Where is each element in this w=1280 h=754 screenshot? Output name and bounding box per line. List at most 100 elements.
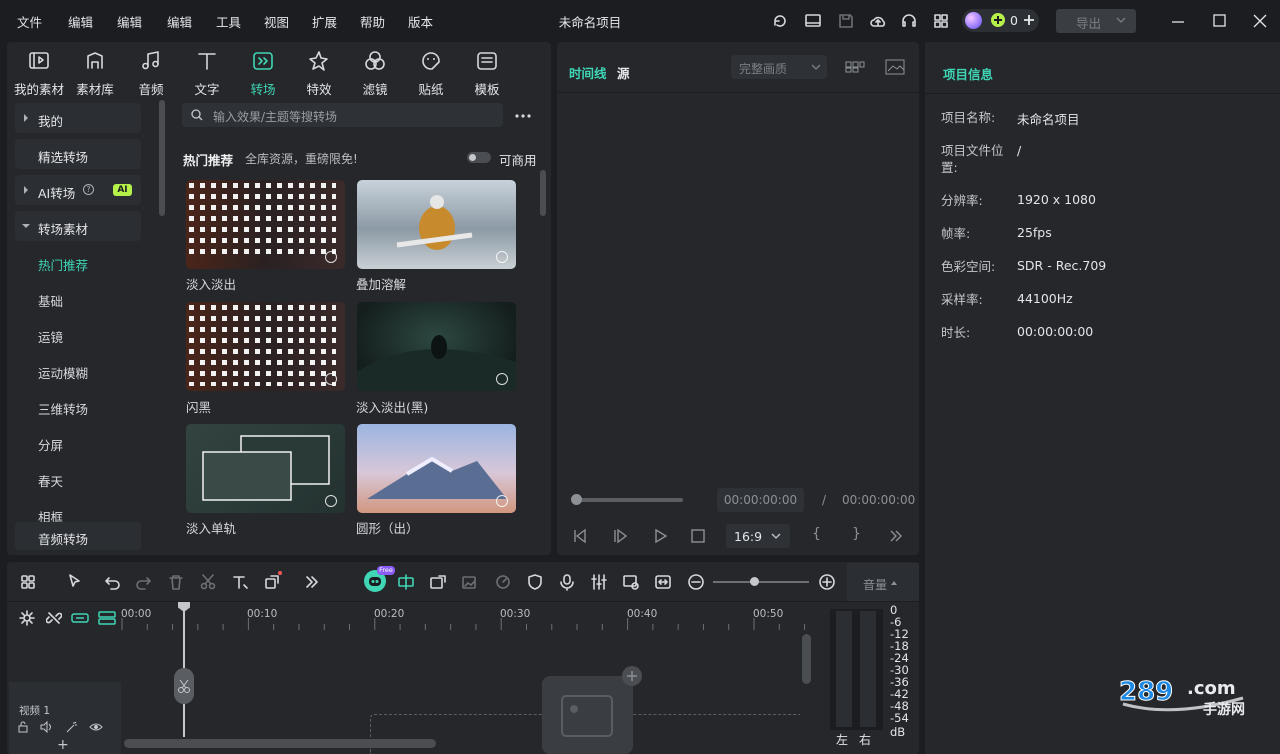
maximize-icon[interactable] <box>1212 13 1228 29</box>
more-icon[interactable] <box>514 113 532 119</box>
category-effects[interactable]: 特效 <box>294 48 344 98</box>
download-icon[interactable] <box>496 495 508 507</box>
search-input[interactable]: 输入效果/主题等搜转场 <box>182 103 503 127</box>
transition-thumb-single-track[interactable] <box>186 424 345 513</box>
menu-edit-2[interactable]: 编辑 <box>117 12 142 31</box>
render-icon[interactable] <box>622 573 640 591</box>
track-settings-icon[interactable] <box>19 610 35 626</box>
progress-handle[interactable] <box>571 494 582 505</box>
select-tool-icon[interactable] <box>67 573 85 591</box>
progress-slider[interactable] <box>572 498 683 502</box>
microphone-icon[interactable] <box>558 573 576 591</box>
menu-view[interactable]: 视图 <box>264 12 289 31</box>
timeline-h-scrollbar[interactable] <box>124 739 436 748</box>
commercial-toggle[interactable] <box>467 152 491 163</box>
mark-out-icon[interactable]: } <box>852 526 861 542</box>
headset-icon[interactable] <box>900 12 918 30</box>
play-icon[interactable] <box>652 528 668 544</box>
sidebar-sub-3d[interactable]: 三维转场 <box>38 399 88 418</box>
more-controls-icon[interactable] <box>888 528 904 544</box>
redo-icon[interactable] <box>135 573 153 591</box>
unlink-icon[interactable] <box>46 610 62 626</box>
transition-thumb-fade[interactable] <box>186 180 345 269</box>
media-placeholder-icon[interactable] <box>542 676 633 754</box>
undo-icon[interactable] <box>103 573 121 591</box>
menu-file[interactable]: 文件 <box>17 12 42 31</box>
add-icon[interactable] <box>1023 14 1035 26</box>
mark-in-icon[interactable]: { <box>812 526 821 542</box>
credit-badge[interactable]: 0 <box>962 9 1039 32</box>
category-filter[interactable]: 滤镜 <box>350 48 400 98</box>
replace-icon[interactable] <box>429 573 447 591</box>
transition-thumb-fade-black[interactable] <box>357 302 516 391</box>
category-sticker[interactable]: 贴纸 <box>406 48 456 98</box>
sidebar-sub-motion-blur[interactable]: 运动模糊 <box>38 363 88 382</box>
category-stock[interactable]: 素材库 <box>70 48 120 98</box>
transition-thumb-dissolve[interactable] <box>357 180 516 269</box>
sidebar-sub-split[interactable]: 分屏 <box>38 435 63 454</box>
zoom-out-icon[interactable] <box>687 573 705 591</box>
menu-help[interactable]: 帮助 <box>360 12 385 31</box>
tab-source[interactable]: 源 <box>617 63 630 82</box>
sync-icon[interactable] <box>771 12 789 30</box>
sidebar-item-ai[interactable]: AI转场 ? AI <box>15 175 141 205</box>
link-icon[interactable] <box>71 610 89 626</box>
category-audio[interactable]: 音频 <box>126 48 176 98</box>
menu-version[interactable]: 版本 <box>408 12 433 31</box>
grid-view-icon[interactable] <box>845 58 865 76</box>
menu-edit-1[interactable]: 编辑 <box>68 12 93 31</box>
expand-tools-icon[interactable] <box>303 573 321 591</box>
add-media-icon[interactable] <box>622 666 642 686</box>
zoom-in-icon[interactable] <box>818 573 836 591</box>
aspect-ratio-select[interactable]: 16:9 <box>726 524 790 548</box>
prev-frame-icon[interactable] <box>572 528 588 544</box>
sidebar-sub-hot[interactable]: 热门推荐 <box>38 255 88 274</box>
sidebar-item-audio[interactable]: 音频转场 <box>15 522 141 550</box>
category-template[interactable]: 模板 <box>462 48 512 98</box>
volume-header[interactable]: 音量 <box>847 563 919 601</box>
apps-grid-icon[interactable] <box>932 12 950 30</box>
effects-toggle-icon[interactable] <box>65 721 79 733</box>
download-icon[interactable] <box>325 495 337 507</box>
crop-tool-icon[interactable] <box>263 571 282 591</box>
category-transition[interactable]: 转场 <box>238 48 288 98</box>
sidebar-scrollbar[interactable] <box>159 100 165 216</box>
add-track-icon[interactable]: + <box>57 737 69 753</box>
split-handle[interactable] <box>174 668 194 704</box>
text-tool-icon[interactable] <box>231 573 249 591</box>
next-frame-icon[interactable] <box>612 528 628 544</box>
export-button[interactable]: 导出 <box>1056 9 1136 33</box>
current-time[interactable]: 00:00:00:00 <box>717 488 804 512</box>
cloud-upload-icon[interactable] <box>869 12 887 30</box>
lock-icon[interactable] <box>17 721 29 733</box>
transition-thumb-flash-black[interactable] <box>186 302 345 391</box>
menu-extensions[interactable]: 扩展 <box>312 12 337 31</box>
download-icon[interactable] <box>325 251 337 263</box>
delete-icon[interactable] <box>167 573 185 591</box>
sidebar-sub-camera[interactable]: 运镜 <box>38 327 63 346</box>
mixer-icon[interactable] <box>590 573 608 591</box>
speed-icon[interactable] <box>494 573 512 591</box>
sidebar-item-mine[interactable]: 我的 <box>15 103 141 133</box>
auto-sync-icon[interactable] <box>397 573 415 591</box>
scissors-icon[interactable] <box>199 573 217 591</box>
zoom-slider[interactable] <box>713 581 809 583</box>
stop-icon[interactable] <box>690 528 706 544</box>
eye-icon[interactable] <box>89 721 103 733</box>
minimize-icon[interactable] <box>1170 13 1186 29</box>
fit-icon[interactable] <box>654 573 672 591</box>
layout-grid-icon[interactable] <box>19 573 37 591</box>
category-my-assets[interactable]: 我的素材 <box>14 48 64 98</box>
sidebar-sub-basic[interactable]: 基础 <box>38 291 63 310</box>
help-icon[interactable]: ? <box>83 184 94 195</box>
avatar[interactable] <box>965 12 982 29</box>
sidebar-item-material[interactable]: 转场素材 <box>15 211 141 241</box>
library-scrollbar[interactable] <box>540 170 546 216</box>
sidebar-item-featured[interactable]: 精选转场 <box>15 139 141 169</box>
time-ruler[interactable] <box>121 602 811 634</box>
menu-tools[interactable]: 工具 <box>216 12 241 31</box>
layout-icon[interactable] <box>804 12 822 30</box>
download-icon[interactable] <box>325 373 337 385</box>
zoom-handle[interactable] <box>750 577 759 586</box>
image-edit-icon[interactable] <box>461 573 479 591</box>
